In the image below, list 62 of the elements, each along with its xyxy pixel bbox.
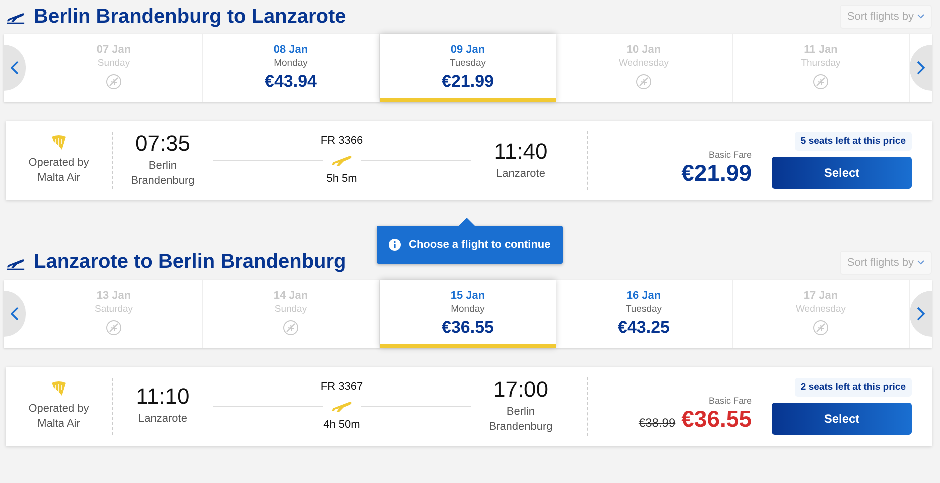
old-price: €38.99 [638, 416, 676, 430]
section-title: Lanzarote to Berlin Brandenburg [34, 251, 348, 274]
fare-price: €21.99 [682, 160, 752, 187]
date-tab[interactable]: 08 Jan Monday €43.94 [203, 34, 380, 102]
time-label: 07:35 [135, 131, 191, 157]
fare-price: €21.99 [442, 72, 494, 92]
date-label: 15 Jan [450, 290, 486, 302]
operator-label: Operated by Malta Air [28, 402, 90, 432]
sort-dropdown[interactable]: Sort flights by [840, 5, 932, 29]
airport-label: Lanzarote [496, 166, 546, 182]
previous-button[interactable] [4, 290, 26, 337]
time-label: 11:40 [494, 138, 548, 165]
chevron-down-icon [917, 260, 925, 266]
info-icon [389, 239, 401, 251]
weekday-label: Monday [274, 58, 308, 69]
sort-dropdown[interactable]: Sort flights by [840, 250, 932, 275]
fare-price: €43.94 [265, 72, 317, 92]
date-tab[interactable]: 09 Jan Tuesday €21.99 [380, 34, 556, 102]
time-label: 17:00 [493, 376, 549, 403]
select-button[interactable]: Select [772, 156, 912, 189]
select-button[interactable]: Select [772, 402, 912, 435]
fare-price: €43.25 [618, 318, 670, 338]
duration-label: 5h 5m [326, 173, 358, 186]
chevron-left-icon [11, 61, 19, 75]
no-flights-icon [283, 320, 299, 336]
next-button[interactable] [910, 290, 932, 337]
date-label: 16 Jan [626, 290, 662, 302]
no-flights-icon [813, 74, 829, 90]
no-flights-icon [106, 74, 122, 90]
chevron-left-icon [11, 306, 19, 321]
next-button[interactable] [910, 45, 932, 91]
fare-label: Basic Fare [708, 150, 752, 160]
seats-left-badge: 5 seats left at this price [794, 132, 912, 151]
flight-number: FR 3366 [320, 135, 364, 148]
chevron-right-icon [917, 61, 925, 75]
airport-label: Lanzarote [138, 412, 188, 428]
date-label: 09 Jan [450, 44, 486, 56]
no-flights-icon [106, 320, 122, 336]
previous-button[interactable] [4, 45, 26, 91]
harp-logo-icon [50, 380, 68, 398]
date-label: 08 Jan [274, 44, 308, 56]
seats-left-badge: 2 seats left at this price [794, 378, 912, 397]
no-flights-icon [813, 320, 829, 336]
no-flights-icon [636, 74, 652, 90]
date-tab[interactable]: 15 Jan Monday €36.55 [380, 280, 556, 348]
duration-label: 4h 50m [324, 419, 360, 432]
chevron-down-icon [917, 14, 925, 20]
operator-label: Operated by Malta Air [28, 156, 90, 186]
flight-number: FR 3367 [320, 381, 364, 394]
fare-label: Basic Fare [708, 396, 752, 406]
fare-price: €36.55 [682, 406, 752, 433]
weekday-label: Tuesday [626, 304, 662, 315]
time-label: 11:10 [136, 384, 190, 410]
section-title: Berlin Brandenburg to Lanzarote [34, 6, 348, 28]
airport-label: Berlin Brandenburg [489, 404, 553, 436]
chevron-right-icon [917, 306, 925, 321]
weekday-label: Monday [451, 304, 485, 315]
date-tab[interactable]: 16 Jan Tuesday €43.25 [556, 280, 733, 348]
weekday-label: Tuesday [450, 58, 486, 69]
airport-label: Berlin Brandenburg [131, 159, 195, 190]
harp-logo-icon [50, 134, 68, 152]
fare-price: €36.55 [442, 318, 494, 338]
